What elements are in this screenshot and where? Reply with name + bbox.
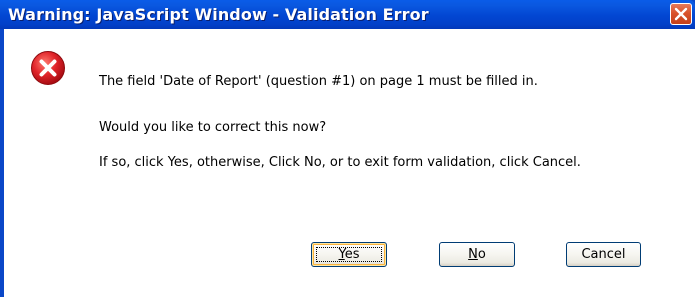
no-button[interactable]: No [439,242,515,267]
instructions-text: If so, click Yes, otherwise, Click No, o… [99,155,581,170]
window-title: Warning: JavaScript Window - Validation … [8,5,429,24]
close-button[interactable] [670,3,692,25]
cancel-button[interactable]: Cancel [566,242,641,267]
error-message: The field 'Date of Report' (question #1)… [99,74,538,89]
no-label: o [477,247,486,262]
dialog-window: Warning: JavaScript Window - Validation … [0,0,695,297]
yes-button[interactable]: Yes [311,242,387,267]
no-mnemonic: N [468,247,478,262]
title-bar[interactable]: Warning: JavaScript Window - Validation … [0,0,695,29]
focus-rectangle [316,247,382,262]
error-icon [31,51,65,85]
close-icon [674,7,688,21]
correct-prompt: Would you like to correct this now? [99,120,327,135]
cancel-label: Cancel [581,247,626,262]
